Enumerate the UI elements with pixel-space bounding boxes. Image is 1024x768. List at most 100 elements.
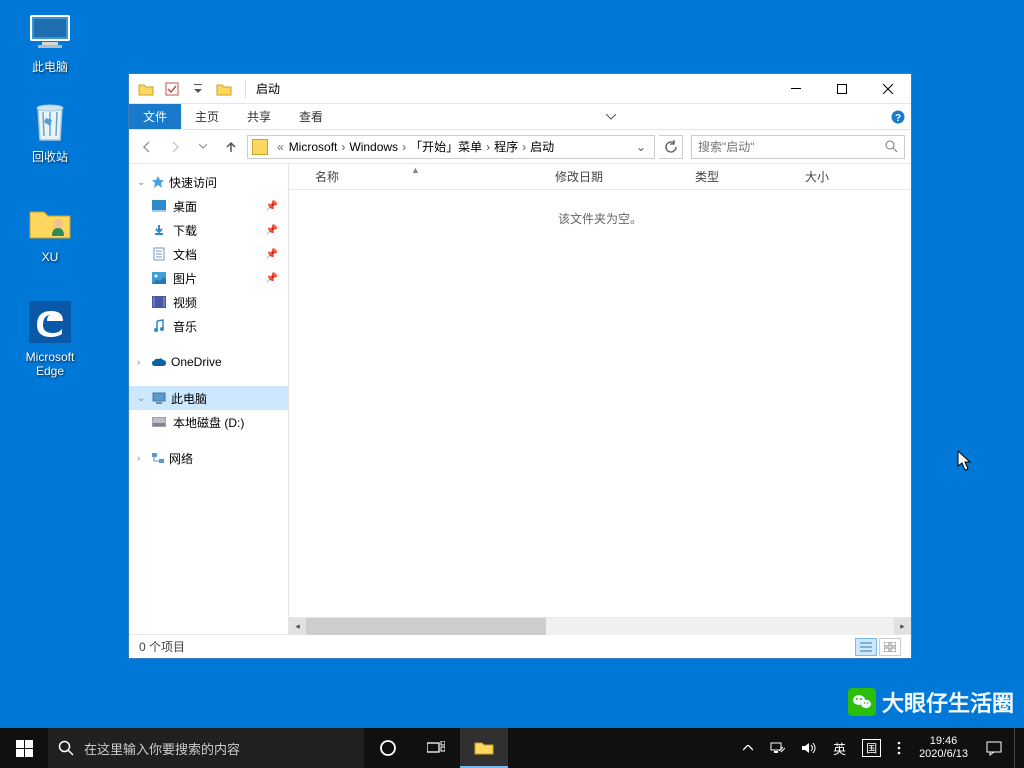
breadcrumb-item[interactable]: Microsoft xyxy=(289,140,338,154)
nav-documents[interactable]: 文档📌 xyxy=(129,242,288,266)
tray-date: 2020/6/13 xyxy=(919,748,968,761)
ribbon-tab-share[interactable]: 共享 xyxy=(233,104,285,129)
window-controls xyxy=(773,75,911,103)
back-button[interactable] xyxy=(135,135,159,159)
pc-icon xyxy=(151,390,167,406)
up-button[interactable] xyxy=(219,135,243,159)
pin-icon: 📌 xyxy=(266,273,278,284)
chevron-down-icon[interactable]: ⌄ xyxy=(137,177,147,188)
ribbon-tab-file[interactable]: 文件 xyxy=(129,104,181,129)
desktop-icon-edge[interactable]: Microsoft Edge xyxy=(12,298,88,379)
tray-overflow-icon[interactable] xyxy=(739,728,757,768)
refresh-button[interactable] xyxy=(659,135,683,159)
ime-language[interactable]: 英 xyxy=(829,728,850,768)
breadcrumb-item[interactable]: Windows xyxy=(349,140,398,154)
network-icon xyxy=(151,452,165,464)
nav-drive-d[interactable]: 本地磁盘 (D:) xyxy=(129,410,288,434)
chevron-right-icon[interactable]: › xyxy=(137,357,147,368)
horizontal-scrollbar[interactable]: ◂ ▸ xyxy=(289,617,911,634)
close-button[interactable] xyxy=(865,75,911,103)
cloud-icon xyxy=(151,357,167,367)
ribbon-expand-icon[interactable] xyxy=(598,104,624,129)
nav-downloads[interactable]: 下载📌 xyxy=(129,218,288,242)
volume-icon[interactable] xyxy=(797,728,821,768)
watermark-text: 大眼仔生活圈 xyxy=(882,686,1014,718)
search-icon xyxy=(885,140,898,153)
scroll-track[interactable] xyxy=(306,618,894,635)
chevron-right-icon[interactable]: › xyxy=(137,453,147,464)
search-icon xyxy=(58,740,74,756)
show-desktop-button[interactable] xyxy=(1014,728,1020,768)
wechat-icon xyxy=(848,688,876,716)
nav-network[interactable]: ›网络 xyxy=(129,446,288,470)
recent-dropdown-icon[interactable] xyxy=(191,135,215,159)
folder-small-icon xyxy=(213,78,235,100)
col-size[interactable]: 大小 xyxy=(791,168,871,185)
icons-view-button[interactable] xyxy=(879,638,901,656)
nav-pane[interactable]: ⌄ 快速访问 桌面📌 下载📌 文档📌 图片📌 视频 音乐 ›OneDrive ⌄… xyxy=(129,164,289,634)
user-folder-icon xyxy=(26,198,74,246)
task-view-button[interactable] xyxy=(412,728,460,768)
ime-mode[interactable]: 国 xyxy=(858,728,885,768)
chevron-down-icon[interactable]: ⌄ xyxy=(137,393,147,404)
titlebar[interactable]: 启动 xyxy=(129,74,911,104)
breadcrumb-item[interactable]: 程序 xyxy=(494,138,518,155)
maximize-button[interactable] xyxy=(819,75,865,103)
action-center-icon[interactable] xyxy=(982,728,1006,768)
column-headers: 名称 ▲ 修改日期 类型 大小 xyxy=(289,164,911,190)
nav-this-pc[interactable]: ⌄此电脑 xyxy=(129,386,288,410)
empty-folder-message: 该文件夹为空。 xyxy=(289,190,911,617)
minimize-button[interactable] xyxy=(773,75,819,103)
forward-button[interactable] xyxy=(163,135,187,159)
col-modified[interactable]: ▲ 修改日期 xyxy=(541,168,681,185)
desktop-icon-user-folder[interactable]: XU xyxy=(12,198,88,264)
start-button[interactable] xyxy=(0,728,48,768)
tray-time: 19:46 xyxy=(919,735,968,748)
taskbar-search[interactable]: 在这里输入你要搜索的内容 xyxy=(48,728,364,768)
desktop-icon-this-pc[interactable]: 此电脑 xyxy=(12,8,88,74)
pin-icon: 📌 xyxy=(266,201,278,212)
window-title: 启动 xyxy=(250,80,280,97)
scroll-thumb[interactable] xyxy=(306,618,546,635)
taskbar-explorer[interactable] xyxy=(460,728,508,768)
view-buttons xyxy=(855,638,901,656)
nav-pictures[interactable]: 图片📌 xyxy=(129,266,288,290)
col-type[interactable]: 类型 xyxy=(681,168,791,185)
chevron-down-icon[interactable]: ⌄ xyxy=(632,140,650,154)
network-icon[interactable] xyxy=(765,728,789,768)
help-icon[interactable]: ? xyxy=(885,104,911,129)
scroll-left-icon[interactable]: ◂ xyxy=(289,618,306,635)
search-input[interactable]: 搜索"启动" xyxy=(691,135,905,159)
folder-icon[interactable] xyxy=(135,78,157,100)
ribbon-tab-view[interactable]: 查看 xyxy=(285,104,337,129)
qat-dropdown-icon[interactable] xyxy=(187,78,209,100)
details-view-button[interactable] xyxy=(855,638,877,656)
desktop-icon-recycle-bin[interactable]: 回收站 xyxy=(12,98,88,164)
tray-clock[interactable]: 19:46 2020/6/13 xyxy=(913,735,974,761)
ime-options-icon[interactable] xyxy=(893,728,905,768)
breadcrumb-item[interactable]: 「开始」菜单 xyxy=(410,138,482,155)
item-count: 0 个项目 xyxy=(139,638,185,655)
status-bar: 0 个项目 xyxy=(129,634,911,658)
breadcrumb[interactable]: « Microsoft › Windows › 「开始」菜单 › 程序 › 启动… xyxy=(247,135,655,159)
chevron-right-icon[interactable]: › xyxy=(337,140,349,154)
chevron-right-icon[interactable]: › xyxy=(518,140,530,154)
watermark: 大眼仔生活圈 xyxy=(848,686,1014,718)
drive-icon xyxy=(151,414,167,430)
nav-music[interactable]: 音乐 xyxy=(129,314,288,338)
nav-desktop[interactable]: 桌面📌 xyxy=(129,194,288,218)
cortana-button[interactable] xyxy=(364,728,412,768)
nav-onedrive[interactable]: ›OneDrive xyxy=(129,350,288,374)
breadcrumb-item[interactable]: 启动 xyxy=(530,138,554,155)
quick-access-toolbar xyxy=(129,78,241,100)
ribbon-tab-home[interactable]: 主页 xyxy=(181,104,233,129)
chevron-right-icon[interactable]: › xyxy=(398,140,410,154)
separator xyxy=(245,80,246,98)
breadcrumb-prefix: « xyxy=(272,140,289,154)
nav-videos[interactable]: 视频 xyxy=(129,290,288,314)
scroll-right-icon[interactable]: ▸ xyxy=(894,618,911,635)
chevron-right-icon[interactable]: › xyxy=(482,140,494,154)
svg-text:?: ? xyxy=(895,113,901,124)
nav-quick-access[interactable]: ⌄ 快速访问 xyxy=(129,170,288,194)
properties-icon[interactable] xyxy=(161,78,183,100)
